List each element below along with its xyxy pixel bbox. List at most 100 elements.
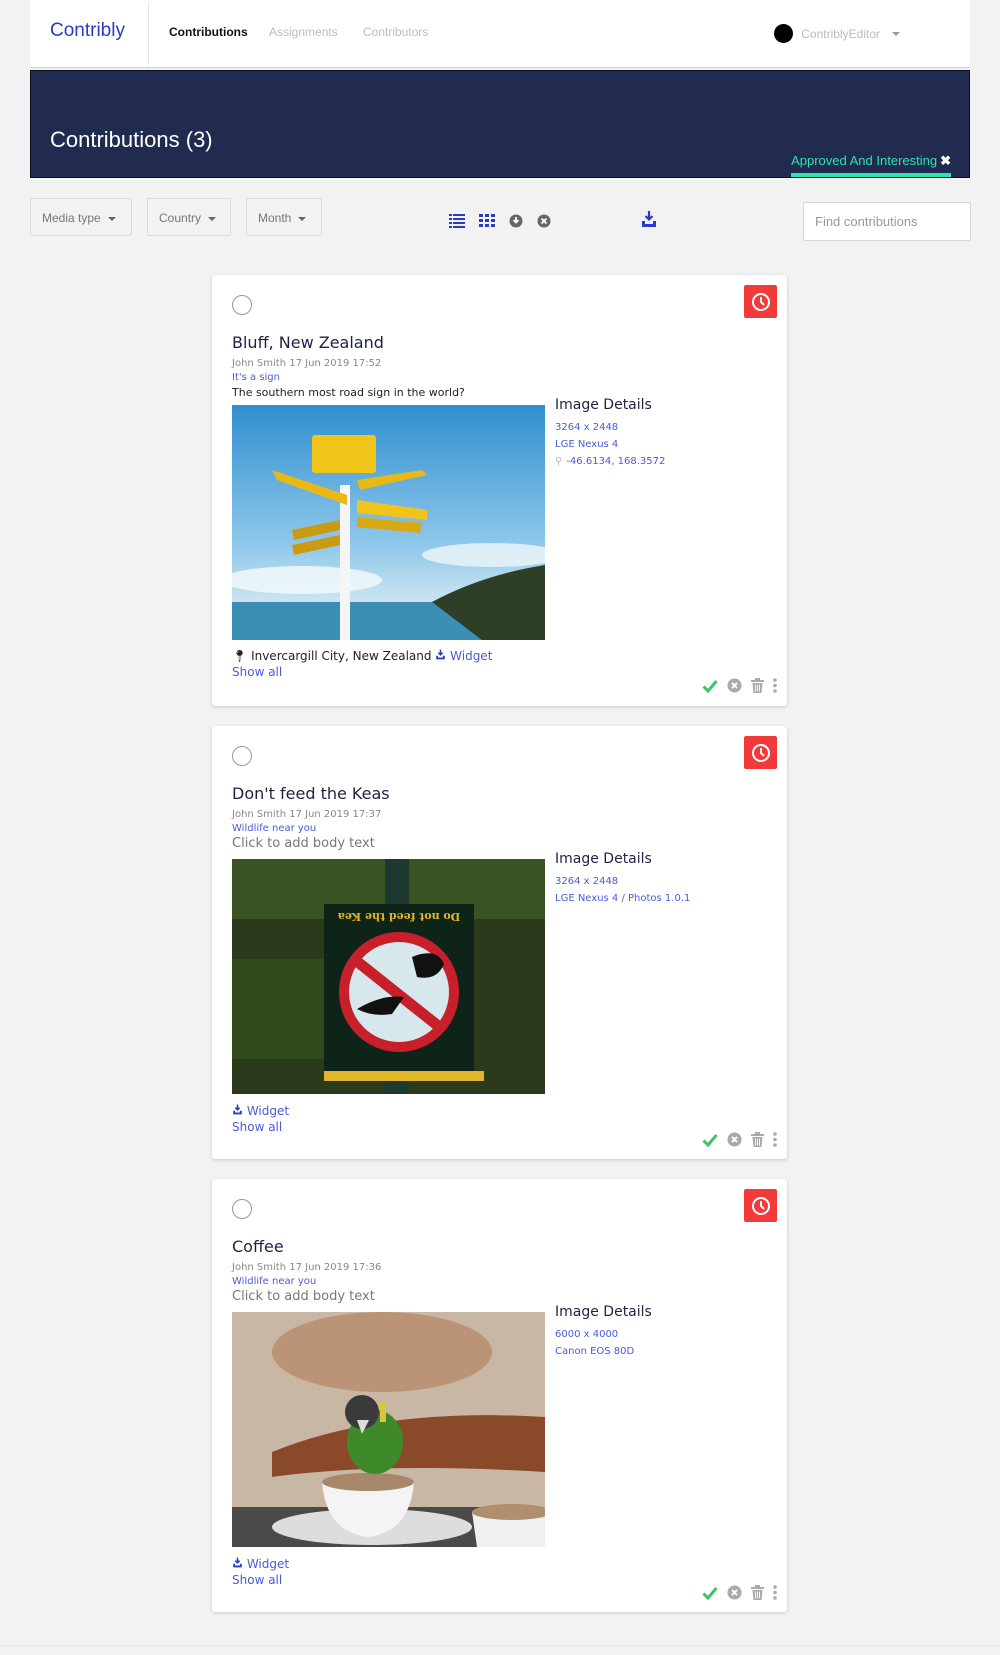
contribution-card: Don't feed the Keas John Smith 17 Jun 20… (212, 726, 787, 1159)
brand-logo[interactable]: Contribly (50, 20, 125, 42)
download-icon (233, 1104, 242, 1115)
clock-icon (751, 292, 770, 311)
more-options-icon[interactable] (773, 1585, 777, 1600)
nav-item-assignments[interactable]: Assignments (269, 25, 338, 39)
close-icon[interactable]: ✖ (940, 153, 951, 168)
trash-icon[interactable] (751, 1132, 764, 1147)
pending-button[interactable] (744, 1189, 777, 1222)
card-title[interactable]: Don't feed the Keas (232, 784, 390, 803)
user-name: ContriblyEditor (801, 26, 880, 41)
show-all-link[interactable]: Show all (232, 1573, 282, 1587)
trash-icon[interactable] (751, 1585, 764, 1600)
card-meta: John Smith 17 Jun 2019 17:36 (232, 1262, 382, 1273)
clock-icon (751, 1196, 770, 1215)
select-checkbox[interactable] (232, 295, 252, 315)
select-checkbox[interactable] (232, 746, 252, 766)
chevron-down-icon (107, 216, 116, 221)
grid-view-icon[interactable] (479, 212, 495, 228)
more-options-icon[interactable] (773, 1132, 777, 1147)
image-details-title: Image Details (555, 851, 652, 867)
media-type-label: Media type (42, 211, 101, 225)
approve-check-icon[interactable] (702, 1133, 718, 1147)
list-view-icon[interactable] (449, 212, 465, 228)
widget-link[interactable]: Widget (435, 649, 492, 663)
chevron-down-icon (208, 216, 217, 221)
approve-check-icon[interactable] (702, 1586, 718, 1600)
media-type-dropdown[interactable]: Media type (30, 198, 132, 236)
widget-link[interactable]: Widget (232, 1104, 289, 1118)
image-camera: LGE Nexus 4 (555, 439, 619, 450)
page-banner: Contributions (3) Approved And Interesti… (30, 70, 970, 178)
more-options-icon[interactable] (773, 678, 777, 693)
widget-label: Widget (450, 649, 493, 663)
svg-text:Do not feed the Kea: Do not feed the Kea (338, 910, 461, 923)
nav-item-contributors[interactable]: Contributors (363, 25, 428, 39)
card-body-placeholder[interactable]: Click to add body text (232, 836, 375, 851)
active-filter-tag[interactable]: Approved And Interesting ✖ (791, 153, 951, 177)
pending-button[interactable] (744, 285, 777, 318)
card-body[interactable]: The southern most road sign in the world… (232, 386, 465, 399)
approve-check-icon[interactable] (702, 679, 718, 693)
country-label: Country (159, 211, 202, 225)
card-body-placeholder[interactable]: Click to add body text (232, 1289, 375, 1304)
contribution-image[interactable] (232, 405, 545, 640)
card-meta: John Smith 17 Jun 2019 17:37 (232, 809, 382, 820)
image-details: Image Details 6000 x 4000 Canon EOS 80D (555, 1304, 652, 1360)
card-actions (702, 1132, 777, 1147)
nav-divider (148, 2, 149, 66)
footer-divider (0, 1645, 1000, 1646)
image-coordinates[interactable]: ⚲ -46.6134, 168.3572 (555, 453, 665, 470)
contribution-card: Bluff, New Zealand John Smith 17 Jun 201… (212, 275, 787, 706)
search-input[interactable] (803, 202, 971, 241)
show-all-link[interactable]: Show all (232, 1120, 282, 1134)
download-icon (436, 649, 446, 660)
export-download-icon[interactable] (641, 210, 657, 227)
pending-button[interactable] (744, 736, 777, 769)
download-icon (233, 1557, 242, 1568)
select-checkbox[interactable] (232, 1199, 252, 1219)
card-actions (702, 1585, 777, 1600)
reject-circle-icon[interactable] (727, 1132, 742, 1147)
image-dimensions: 3264 x 2448 (555, 422, 619, 433)
trash-icon[interactable] (751, 678, 764, 693)
contribution-image[interactable] (232, 1312, 545, 1547)
assignment-link[interactable]: Wildlife near you (232, 1276, 316, 1287)
assignment-link[interactable]: Wildlife near you (232, 823, 316, 834)
reject-circle-icon[interactable] (727, 1585, 742, 1600)
user-menu[interactable]: ContriblyEditor (774, 24, 900, 43)
card-title[interactable]: Coffee (232, 1237, 284, 1256)
image-details-title: Image Details (555, 1304, 652, 1320)
location-line: Widget (232, 1104, 289, 1118)
download-circle-icon[interactable] (508, 212, 524, 228)
assignment-link[interactable]: It's a sign (232, 372, 280, 383)
card-actions (702, 678, 777, 693)
image-camera: Canon EOS 80D (555, 1346, 635, 1357)
month-label: Month (258, 211, 292, 225)
clear-circle-icon[interactable] (536, 212, 552, 228)
card-meta: John Smith 17 Jun 2019 17:52 (232, 358, 382, 369)
filter-tag-label: Approved And Interesting (791, 153, 938, 168)
image-details: Image Details 3264 x 2448 LGE Nexus 4 ⚲ -… (555, 397, 665, 470)
reject-circle-icon[interactable] (727, 678, 742, 693)
image-camera: LGE Nexus 4 / Photos 1.0.1 (555, 893, 691, 904)
page-title: Contributions (3) (50, 127, 213, 152)
location-line: Widget (232, 1557, 289, 1571)
month-dropdown[interactable]: Month (246, 198, 322, 236)
widget-label: Widget (246, 1557, 290, 1571)
image-dimensions: 3264 x 2448 (555, 876, 619, 887)
card-title[interactable]: Bluff, New Zealand (232, 333, 384, 352)
contribution-card: Coffee John Smith 17 Jun 2019 17:36 Wild… (212, 1179, 787, 1612)
coordinates-text: -46.6134, 168.3572 (566, 456, 666, 467)
map-pin-icon: ⚲ (555, 456, 563, 467)
widget-link[interactable]: Widget (232, 1557, 289, 1571)
contribution-image[interactable]: Do not feed the Kea (232, 859, 545, 1094)
show-all-link[interactable]: Show all (232, 665, 282, 679)
country-dropdown[interactable]: Country (147, 198, 231, 236)
avatar (774, 24, 794, 43)
nav-item-contributions[interactable]: Contributions (169, 25, 248, 39)
map-marker-icon: 📍︎ (232, 649, 248, 663)
chevron-down-icon (892, 31, 900, 36)
clock-icon (751, 743, 770, 762)
location-text: Invercargill City, New Zealand (251, 649, 432, 663)
image-details: Image Details 3264 x 2448 LGE Nexus 4 / … (555, 851, 690, 907)
